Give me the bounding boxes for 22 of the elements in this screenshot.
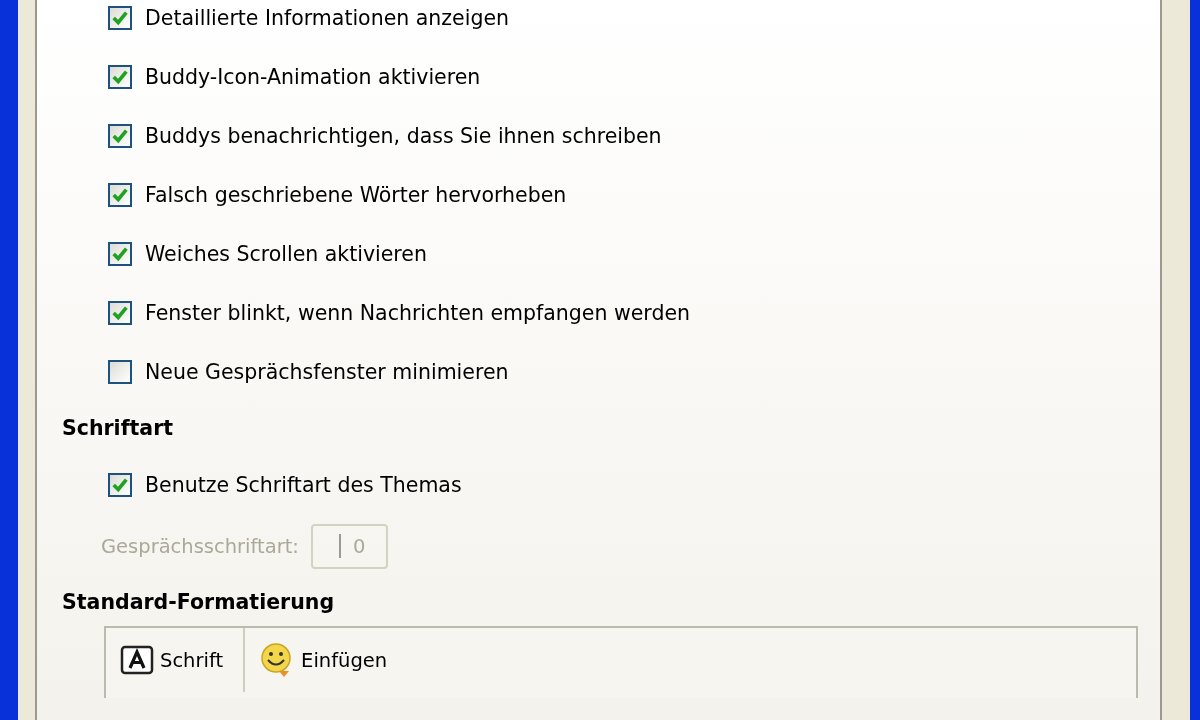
checkbox[interactable] (108, 5, 132, 30)
checkbox-label: Buddy-Icon-Animation aktivieren (145, 64, 481, 89)
checkbox[interactable] (108, 359, 132, 384)
checkbox-label: Neue Gesprächsfenster minimieren (145, 359, 509, 384)
checkbox[interactable] (108, 472, 132, 497)
field-label: Gesprächsschriftart: (101, 534, 299, 558)
insert-button[interactable]: Einfügen (245, 628, 408, 692)
checkbox-label: Buddys benachrichtigen, dass Sie ihnen schreiben (145, 123, 662, 148)
checkbox[interactable] (108, 123, 132, 148)
checkbox-label: Detaillierte Informationen anzeigen (145, 5, 509, 30)
checkbox-label: Weiches Scrollen aktivieren (145, 241, 427, 266)
font-letter-icon (120, 645, 154, 675)
checkbox[interactable] (108, 300, 132, 325)
checkbox-label: Benutze Schriftart des Themas (145, 472, 462, 497)
checkbox[interactable] (108, 64, 132, 89)
checkbox-label: Falsch geschriebene Wörter hervorheben (145, 182, 567, 207)
checkbox-label: Fenster blinkt, wenn Nachrichten empfangen werden (145, 300, 691, 325)
checkbox[interactable] (108, 241, 132, 266)
font-button[interactable]: Schrift (106, 628, 246, 692)
section-heading: Standard-Formatierung (61, 589, 336, 616)
section-heading: Schriftart (61, 415, 175, 442)
checkbox[interactable] (108, 182, 132, 207)
